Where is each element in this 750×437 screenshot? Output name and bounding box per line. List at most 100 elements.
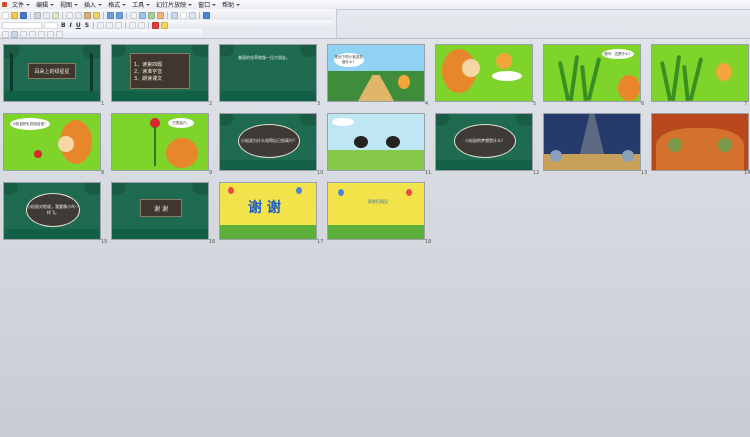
menu-insert[interactable]: 插入: [81, 0, 105, 9]
line-icon[interactable]: [20, 30, 27, 38]
print-preview-icon[interactable]: [43, 11, 50, 19]
bullet-list-icon[interactable]: [138, 21, 146, 29]
slide-thumbnail[interactable]: 小松鼠为什么觉得自己很高兴？: [220, 114, 316, 170]
italic-button[interactable]: I: [69, 22, 73, 29]
slide-thumbnail[interactable]: 提问：这是什么？: [544, 45, 640, 101]
tree-foliage: [112, 45, 126, 57]
align-center-icon[interactable]: [106, 21, 114, 29]
menu-slideshow[interactable]: 幻灯片放映: [153, 0, 195, 9]
slide-number: 11: [425, 170, 432, 176]
align-right-icon[interactable]: [115, 21, 123, 29]
undo-icon[interactable]: [107, 11, 114, 19]
tree-foliage: [300, 114, 316, 126]
slide-thumbnail[interactable]: [544, 114, 640, 170]
spellcheck-icon[interactable]: [52, 11, 59, 19]
balloon: [296, 187, 302, 194]
toolbar-divider: [62, 11, 63, 19]
slide-number: 7: [744, 101, 748, 107]
print-icon[interactable]: [34, 11, 41, 19]
slide-thumbnail[interactable]: [328, 114, 424, 170]
new-doc-icon[interactable]: [2, 11, 9, 19]
font-size-box[interactable]: [44, 21, 58, 29]
slide-number: 1: [101, 101, 105, 107]
slide-thumbnail[interactable]: 小松鼠的梦想是什么？: [436, 114, 532, 170]
slide-thumbnail[interactable]: [652, 45, 748, 101]
slide-thumbnail[interactable]: 小松鼠对他说，我要像小鸟一样飞。: [4, 183, 100, 239]
slide-text: 小松鼠把礼物送给谁？: [12, 121, 48, 126]
squirrel-tail: [166, 138, 198, 168]
tree-row: [220, 225, 316, 239]
chevron-down-icon: [26, 3, 31, 6]
redo-icon[interactable]: [116, 11, 123, 19]
ground: [112, 91, 208, 101]
slide-thumbnail[interactable]: 谢 谢: [220, 183, 316, 239]
slide-number: 17: [317, 239, 324, 245]
insert-chart-icon[interactable]: [139, 11, 146, 19]
audience-character: [622, 150, 634, 162]
align-left-icon[interactable]: [97, 21, 105, 29]
paste-icon[interactable]: [84, 11, 91, 19]
ground: [4, 229, 100, 239]
select-icon[interactable]: [2, 30, 9, 38]
stem: [154, 126, 156, 166]
tree-foliage: [516, 114, 532, 126]
menu-insert-label: 插入: [84, 2, 97, 9]
balloon: [338, 189, 344, 196]
arrow-icon[interactable]: [29, 30, 36, 38]
slide-number: 2: [209, 101, 213, 107]
format-painter-icon[interactable]: [93, 11, 100, 19]
hyperlink-icon[interactable]: [171, 11, 178, 19]
rectangle-icon[interactable]: [38, 30, 45, 38]
menu-window[interactable]: 窗口: [195, 0, 219, 9]
insert-table-icon[interactable]: [130, 11, 137, 19]
help-icon[interactable]: [203, 11, 210, 19]
ground: [112, 229, 208, 239]
menu-file[interactable]: 文件: [9, 0, 33, 9]
slide-text: 小松鼠为什么觉得自己很高兴？: [241, 138, 297, 143]
tree-foliage: [4, 183, 18, 195]
underline-button[interactable]: U: [75, 22, 82, 29]
slide-thumbnail[interactable]: 1、读第四题 2、读准字音 3、朗读课文: [112, 45, 208, 101]
drawing-icon[interactable]: [157, 11, 164, 19]
slide-thumbnail[interactable]: 小松鼠把礼物送给谁？: [4, 114, 100, 170]
menu-edit[interactable]: 编辑: [33, 0, 57, 9]
menu-tools[interactable]: 工具: [129, 0, 153, 9]
slide-thumbnail[interactable]: 美丽的花草就像一位大朋友。: [220, 45, 316, 101]
font-color-icon[interactable]: [152, 21, 160, 29]
bold-button[interactable]: B: [60, 22, 67, 29]
chevron-down-icon: [98, 3, 103, 6]
zoom-icon[interactable]: [189, 11, 196, 19]
slide-thumbnail[interactable]: 谢 谢: [112, 183, 208, 239]
copy-icon[interactable]: [75, 11, 82, 19]
menu-help[interactable]: 帮助: [219, 0, 243, 9]
slide-number: 4: [425, 101, 429, 107]
shadow-button[interactable]: S: [84, 22, 90, 29]
slide-thumbnail[interactable]: 阳光下的小松鼠在做什么？: [328, 45, 424, 101]
tree-foliage: [436, 114, 450, 126]
numbered-list-icon[interactable]: [129, 21, 137, 29]
slide-title: 谢 谢: [154, 205, 168, 213]
ground: [220, 160, 316, 170]
slide-thumbnail[interactable]: 同学们再见: [328, 183, 424, 239]
slide-thumbnail[interactable]: [652, 114, 748, 170]
app-logo-icon: [2, 2, 7, 7]
open-folder-icon[interactable]: [11, 11, 18, 19]
menu-format[interactable]: 格式: [105, 0, 129, 9]
fill-color-icon[interactable]: [161, 21, 169, 29]
slide-number: 16: [209, 239, 216, 245]
slide-thumbnail[interactable]: 耳朵上的绿星星: [4, 45, 100, 101]
font-name-box[interactable]: [2, 21, 42, 29]
textbox-icon[interactable]: [56, 30, 63, 38]
slide-number: 14: [744, 170, 750, 176]
oval-icon[interactable]: [47, 30, 54, 38]
slide-thumbnail[interactable]: 它很高兴。: [112, 114, 208, 170]
menu-slideshow-label: 幻灯片放映: [156, 2, 187, 9]
cut-icon[interactable]: [66, 11, 73, 19]
shape-icon[interactable]: [11, 30, 18, 38]
chevron-down-icon: [122, 3, 127, 6]
grid-icon[interactable]: [180, 11, 187, 19]
save-icon[interactable]: [20, 11, 27, 19]
slide-thumbnail[interactable]: [436, 45, 532, 101]
insert-image-icon[interactable]: [148, 11, 155, 19]
menu-view[interactable]: 视图: [57, 0, 81, 9]
